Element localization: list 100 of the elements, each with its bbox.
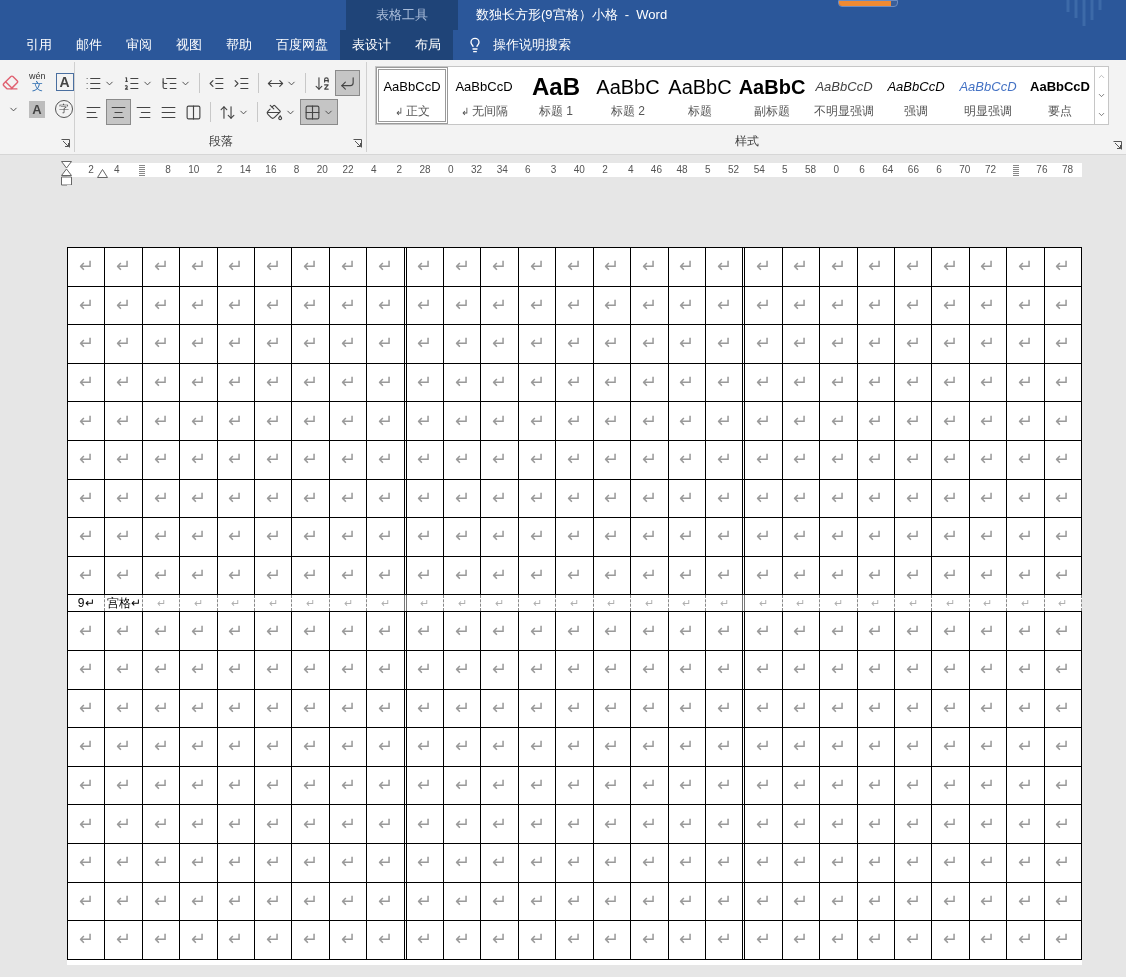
table-cell: ↵ — [329, 363, 368, 402]
style-item[interactable]: AaBbC 标题 2 — [592, 67, 664, 124]
table-cell: ↵ — [292, 595, 330, 612]
style-item[interactable]: AaBbCcD ↲ 正文 — [376, 67, 448, 124]
toolbar-button[interactable] — [106, 99, 131, 125]
ribbon-tab[interactable]: 视图 — [164, 30, 214, 60]
ribbon-tab[interactable]: 表设计 — [340, 30, 403, 60]
table-cell: ↵ — [481, 882, 519, 921]
table-cell: ↵ — [329, 689, 368, 728]
table-cell: ↵ — [481, 921, 519, 959]
dialog-launcher-icon[interactable] — [353, 139, 362, 148]
table-cell: ↵ — [1044, 689, 1082, 728]
contextual-group-header: 表格工具 — [346, 0, 458, 30]
table-cell: ↵ — [444, 479, 482, 518]
table-cell: ↵ — [329, 286, 368, 325]
table-cell: ↵ — [705, 286, 746, 325]
table-cell: ↵ — [142, 325, 181, 363]
indent-marker-icon[interactable] — [61, 161, 72, 187]
table-cell: ↵ — [255, 728, 293, 766]
table-cell: ↵ — [105, 248, 143, 286]
table-cell: ↵ — [705, 921, 746, 959]
table-cell: ↵ — [217, 805, 256, 843]
table-cell: ↵ — [406, 325, 445, 363]
column-marker[interactable] — [1013, 164, 1020, 176]
ribbon-tab[interactable]: 邮件 — [64, 30, 114, 60]
table-cell: ↵ — [631, 595, 669, 612]
style-item[interactable]: AaBbCcD 要点 — [1024, 67, 1094, 124]
table-cell: ↵ — [518, 921, 557, 959]
style-item[interactable]: AaB 标题 1 — [520, 67, 592, 124]
style-item[interactable]: AaBbCcD 不明显强调 — [808, 67, 880, 124]
style-item[interactable]: AaBbCcD 强调 — [880, 67, 952, 124]
ribbon-tab[interactable]: 引用 — [14, 30, 64, 60]
table-cell: ↵ — [481, 805, 519, 843]
ruler-number: 6 — [859, 163, 865, 177]
table-cell: ↵ — [593, 286, 632, 325]
table-cell: ↵ — [1007, 843, 1045, 882]
table-cell: ↵ — [518, 728, 557, 766]
table-cell: ↵ — [593, 440, 632, 479]
table-cell: ↵ — [406, 518, 445, 556]
table-cell: ↵ — [367, 921, 407, 959]
table-cell: ↵ — [969, 286, 1008, 325]
table-cell: ↵ — [481, 843, 519, 882]
column-marker[interactable] — [139, 164, 146, 176]
table-cell: ↵ — [857, 518, 895, 556]
table-cell: ↵ — [668, 612, 706, 650]
table-cell: ↵ — [481, 286, 519, 325]
ribbon-tab[interactable]: 帮助 — [214, 30, 264, 60]
table-cell: ↵ — [518, 479, 557, 518]
table-cell: ↵ — [217, 766, 256, 805]
table-cell: ↵ — [932, 479, 970, 518]
table-cell: ↵ — [180, 882, 218, 921]
tell-me-search[interactable]: 操作说明搜索 — [493, 35, 571, 55]
table-cell: ↵ — [969, 650, 1008, 689]
table-cell: ↵ — [255, 248, 293, 286]
character-shading-button[interactable]: A — [29, 100, 45, 118]
table-cell: ↵ — [406, 843, 445, 882]
character-border-button[interactable]: A — [55, 73, 74, 91]
phonetic-guide-button[interactable]: wén 文 — [29, 72, 46, 92]
table-cell: ↵ — [782, 689, 821, 728]
table-cell: ↵ — [406, 728, 445, 766]
table-cell: ↵ — [217, 689, 256, 728]
ribbon-tab[interactable]: 布局 — [403, 30, 453, 60]
table-cell: ↵ — [932, 612, 970, 650]
table-cell: ↵ — [292, 805, 330, 843]
ruler-number: 8 — [293, 163, 300, 177]
style-item[interactable]: AaBbCcD ↲ 无间隔 — [448, 67, 520, 124]
table-cell: ↵ — [1007, 595, 1045, 612]
ruler-number: 46 — [650, 163, 662, 177]
table-cell: ↵ — [857, 612, 895, 650]
scroll-down-icon[interactable] — [1097, 91, 1106, 100]
style-item[interactable]: AaBbC 标题 — [664, 67, 736, 124]
table-cell: ↵ — [68, 479, 106, 518]
indent-marker-icon[interactable] — [97, 169, 108, 178]
toolbar-button[interactable] — [335, 70, 360, 96]
table-cell: ↵ — [668, 325, 706, 363]
table-cell: ↵ — [556, 612, 594, 650]
table-cell: ↵ — [481, 595, 519, 612]
table-cell: ↵ — [105, 728, 143, 766]
table-cell: ↵ — [1007, 805, 1045, 843]
table-cell: ↵ — [367, 595, 407, 612]
style-item[interactable]: AaBbCcD 明显强调 — [952, 67, 1024, 124]
style-item[interactable]: AaBbC 副标题 — [736, 67, 808, 124]
table-cell: ↵ — [745, 728, 783, 766]
table-cell: ↵ — [105, 882, 143, 921]
dialog-launcher-icon[interactable] — [61, 139, 70, 148]
table-cell: ↵ — [593, 479, 632, 518]
more-icon[interactable] — [1097, 110, 1106, 119]
dialog-launcher-icon[interactable] — [1113, 141, 1122, 150]
table-cell: ↵ — [406, 921, 445, 959]
table-cell: ↵ — [820, 882, 858, 921]
table-cell: ↵ — [820, 612, 858, 650]
eraser-icon[interactable] — [2, 73, 19, 91]
ribbon-tab[interactable]: 百度网盘 — [264, 30, 340, 60]
ribbon-tab[interactable]: 审阅 — [114, 30, 164, 60]
table-cell: ↵ — [745, 595, 783, 612]
toolbar-button[interactable] — [300, 99, 338, 125]
table-cell: ↵ — [142, 728, 181, 766]
table-cell: ↵ — [444, 805, 482, 843]
table-cell: ↵ — [105, 286, 143, 325]
table-cell: ↵ — [367, 882, 407, 921]
